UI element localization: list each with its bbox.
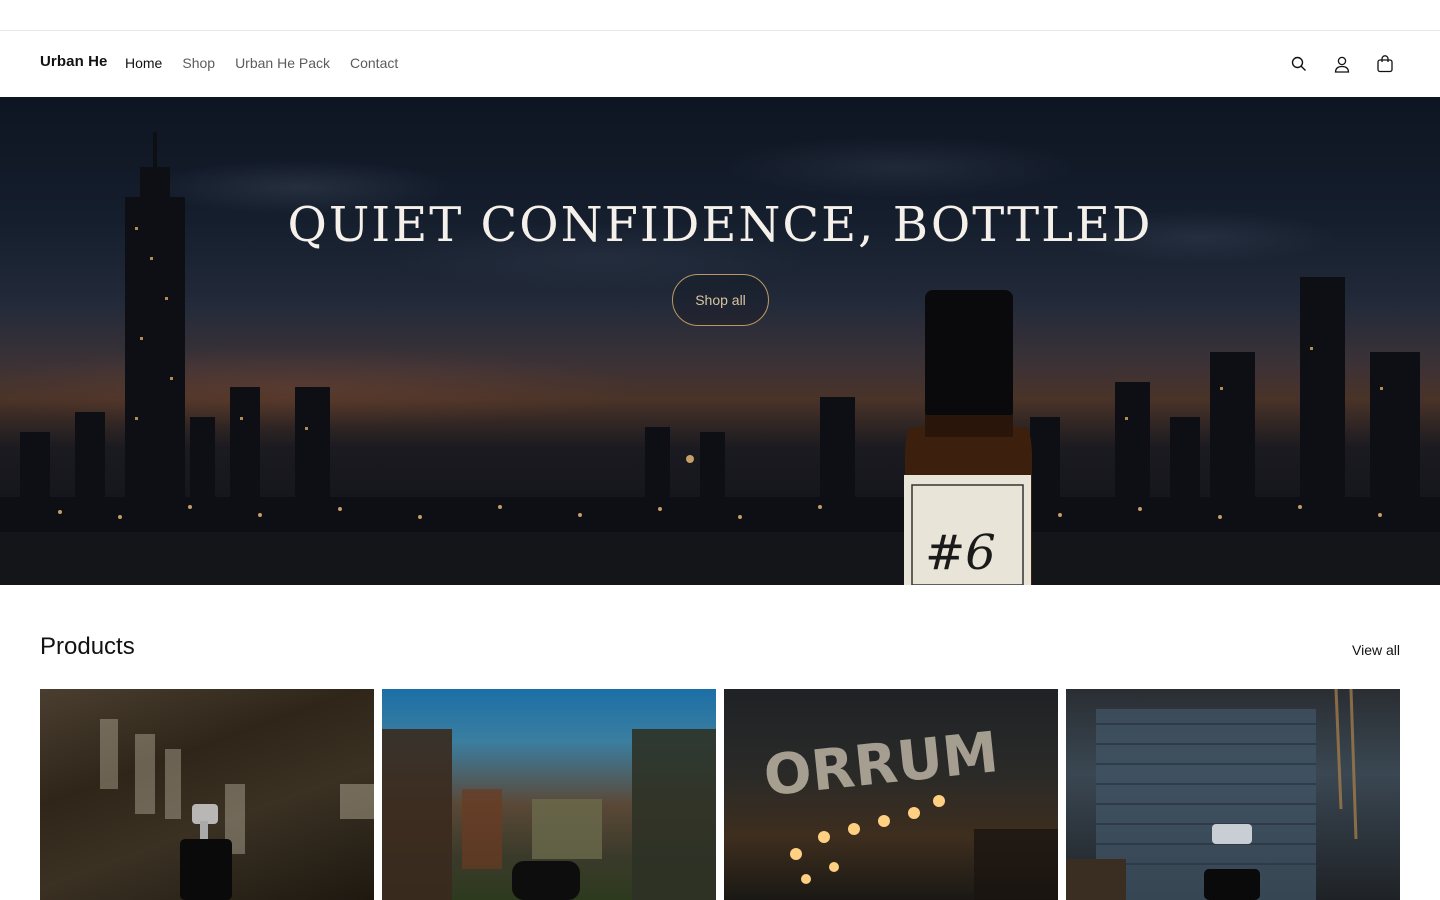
bottle-label: #6 — [925, 525, 996, 581]
nav-contact[interactable]: Contact — [350, 55, 398, 71]
hero-title: QUIET CONFIDENCE, BOTTLED — [287, 197, 1153, 253]
store-logo[interactable]: Urban He — [40, 53, 107, 70]
product-card[interactable] — [382, 689, 716, 900]
product-card[interactable]: ORRUM — [724, 689, 1058, 900]
product-image: ORRUM — [761, 720, 1058, 900]
view-all-link[interactable]: View all — [1352, 642, 1400, 658]
shop-all-button[interactable]: Shop all — [672, 274, 769, 326]
product-image — [100, 719, 374, 900]
hero-banner: #6 QUIET CONFIDENCE, BOTTLED Shop all — [0, 97, 1440, 585]
nav-shop[interactable]: Shop — [182, 55, 215, 71]
nav-home[interactable]: Home — [125, 55, 162, 71]
cart-icon[interactable] — [1373, 51, 1396, 77]
announcement-bar — [0, 0, 1440, 31]
city-skyline-image: #6 — [0, 132, 1440, 585]
header-icons — [1287, 51, 1396, 77]
search-icon[interactable] — [1287, 51, 1310, 77]
product-image — [1066, 689, 1358, 900]
product-card[interactable] — [1066, 689, 1400, 900]
product-card[interactable] — [40, 689, 374, 900]
nav-urban-he-pack[interactable]: Urban He Pack — [235, 55, 330, 71]
product-image — [382, 729, 716, 900]
site-header: Urban He Home Shop Urban He Pack Contact — [0, 31, 1440, 97]
svg-text:ORRUM: ORRUM — [761, 720, 1002, 809]
product-grid: ORRUM — [40, 689, 1400, 900]
main-nav: Home Shop Urban He Pack Contact — [125, 55, 398, 71]
account-icon[interactable] — [1330, 51, 1353, 77]
products-section-title: Products — [40, 633, 135, 660]
